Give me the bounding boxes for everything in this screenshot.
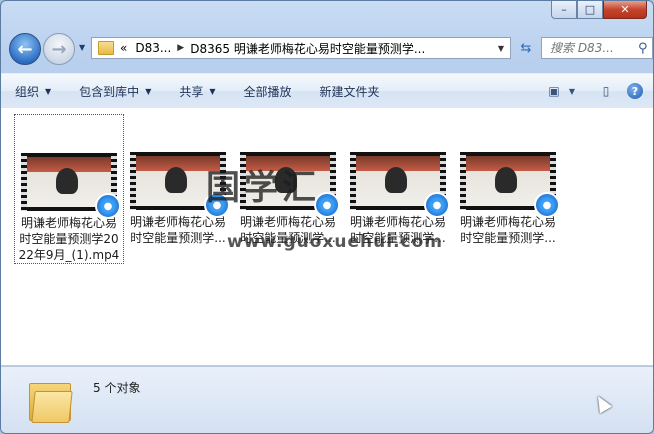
media-player-icon: ●	[95, 193, 121, 219]
file-name: 明谦老师梅花心易时空能量预测学...	[129, 215, 226, 245]
video-thumbnail: ●	[21, 153, 121, 219]
chevron-down-icon: ▼	[145, 86, 152, 96]
item-count: 5 个对象	[93, 381, 141, 395]
maximize-button[interactable]: □	[577, 1, 603, 19]
explorer-window: – □ ✕ ← → ▼ « D83... ▶ D8365 明谦老师梅花心易时空能…	[0, 0, 654, 434]
recent-pages-dropdown[interactable]: ▼	[79, 43, 85, 52]
forward-button[interactable]: →	[43, 33, 75, 65]
file-item[interactable]: ● 明谦老师梅花心易时空能量预测学...	[344, 114, 452, 246]
caption-buttons: – □ ✕	[551, 1, 647, 19]
new-folder-button[interactable]: 新建文件夹	[306, 76, 394, 106]
media-player-icon: ●	[534, 192, 560, 218]
folder-icon	[98, 41, 114, 55]
folder-icon	[29, 377, 73, 423]
help-icon[interactable]: ?	[627, 83, 643, 99]
play-all-button[interactable]: 全部播放	[230, 76, 306, 106]
media-player-icon: ●	[424, 192, 450, 218]
view-options-dropdown[interactable]: ▼	[565, 80, 579, 102]
address-dropdown-icon[interactable]: ▼	[498, 44, 504, 53]
breadcrumb-separator-icon[interactable]: ▶	[177, 43, 184, 53]
breadcrumb-parent[interactable]: D83...	[135, 41, 171, 55]
preview-pane-icon: ▯	[602, 84, 610, 98]
arrow-left-icon: ←	[17, 38, 33, 60]
file-item[interactable]: ● 明谦老师梅花心易时空能量预测学2022年9月_(1).mp4	[14, 114, 124, 264]
command-bar: 组织 ▼ 包含到库中 ▼ 共享 ▼ 全部播放 新建文件夹 ▣ ▼ ▯ ?	[1, 73, 653, 109]
file-list: ● 明谦老师梅花心易时空能量预测学2022年9月_(1).mp4 ● 明谦老师梅…	[1, 108, 653, 365]
include-in-library-label: 包含到库中	[79, 84, 140, 99]
share-menu[interactable]: 共享 ▼	[165, 76, 229, 106]
search-box[interactable]: ⚲	[541, 37, 653, 59]
refresh-icon: ⇆	[520, 40, 532, 56]
details-pane: 5 个对象	[1, 366, 653, 433]
new-folder-label: 新建文件夹	[319, 84, 380, 99]
chevron-down-icon: ▼	[209, 86, 216, 96]
preview-pane-button[interactable]: ▯	[595, 80, 617, 102]
file-item[interactable]: ● 明谦老师梅花心易时空能量预测学...	[454, 114, 562, 246]
arrow-right-icon: →	[51, 38, 67, 60]
organize-label: 组织	[15, 84, 40, 99]
watermark-title: 国学汇	[206, 168, 320, 208]
watermark-url: www.guoxuehui.com	[227, 232, 443, 252]
refresh-button[interactable]: ⇆	[515, 37, 537, 59]
include-in-library-menu[interactable]: 包含到库中 ▼	[65, 76, 165, 106]
minimize-button[interactable]: –	[551, 1, 577, 19]
change-view-button[interactable]: ▣	[543, 80, 565, 102]
breadcrumb-overflow[interactable]: «	[120, 41, 127, 55]
video-thumbnail: ●	[350, 152, 450, 218]
back-button[interactable]: ←	[9, 33, 41, 65]
breadcrumb-current[interactable]: D8365 明谦老师梅花心易时空能量预测学...	[190, 40, 425, 57]
search-input[interactable]	[548, 40, 636, 56]
video-thumbnail: ●	[460, 152, 560, 218]
file-name: 明谦老师梅花心易时空能量预测学...	[459, 215, 556, 245]
view-icon: ▣	[548, 84, 560, 98]
toolbar-right-group: ▣ ▼ ▯ ?	[537, 80, 653, 102]
address-bar[interactable]: « D83... ▶ D8365 明谦老师梅花心易时空能量预测学... ▼	[91, 37, 511, 59]
file-name: 明谦老师梅花心易时空能量预测学2022年9月_(1).mp4	[18, 216, 120, 262]
share-label: 共享	[179, 84, 204, 99]
search-icon[interactable]: ⚲	[638, 41, 648, 56]
play-all-label: 全部播放	[243, 84, 292, 99]
organize-menu[interactable]: 组织 ▼	[1, 76, 65, 106]
close-button[interactable]: ✕	[603, 1, 647, 19]
navigation-bar: ← → ▼ « D83... ▶ D8365 明谦老师梅花心易时空能量预测学..…	[7, 29, 653, 65]
chevron-down-icon: ▼	[45, 86, 52, 96]
mouse-cursor-icon	[591, 392, 613, 414]
